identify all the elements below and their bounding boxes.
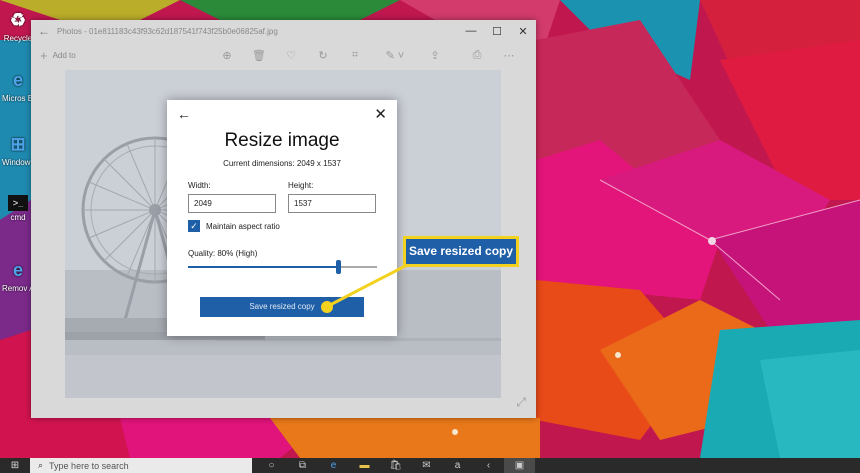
- windows-logo-icon: ⊞: [10, 460, 20, 471]
- start-button[interactable]: ⊞: [0, 458, 30, 473]
- back-arrow-icon[interactable]: ←: [177, 106, 191, 122]
- save-resized-copy-callout: Save resized copy: [403, 236, 519, 267]
- plus-icon: +: [40, 47, 48, 63]
- height-field[interactable]: 1537: [288, 194, 376, 213]
- cmd-icon: >_: [8, 195, 28, 211]
- desktop-icon-label: cmd: [10, 213, 26, 222]
- close-icon[interactable]: ✕: [374, 105, 387, 123]
- minimize-button[interactable]: —: [458, 25, 484, 37]
- close-window-button[interactable]: ✕: [510, 25, 536, 38]
- amazon-icon[interactable]: a: [442, 458, 473, 473]
- maximize-button[interactable]: ☐: [484, 25, 510, 38]
- share-icon[interactable]: ⇪: [419, 49, 451, 62]
- photos-icon[interactable]: ▣: [504, 458, 535, 473]
- width-field[interactable]: 2049: [188, 194, 276, 213]
- edge-icon[interactable]: e: [318, 458, 349, 473]
- title-bar: ← Photos - 01e811183c43f93c62d187541f743…: [31, 20, 536, 42]
- edge-icon: e: [12, 259, 23, 280]
- save-resized-copy-button[interactable]: Save resized copy: [200, 297, 364, 317]
- quality-slider-fill: [188, 266, 338, 268]
- desktop-icon-cmd[interactable]: >_ cmd: [2, 195, 34, 222]
- taskbar-search[interactable]: ⌕ Type here to search: [30, 458, 252, 473]
- current-dimensions: Current dimensions: 2049 x 1537: [223, 159, 341, 168]
- search-icon: ⌕: [38, 460, 44, 470]
- desktop-icon-label: Recycle: [3, 34, 33, 43]
- windows-update-icon: ⊞: [10, 133, 26, 154]
- edit-icon[interactable]: ✎ ˅: [371, 49, 419, 62]
- store-icon[interactable]: 🛍: [380, 458, 411, 473]
- desktop-icon-label: Micros Edge: [2, 94, 34, 103]
- delete-icon[interactable]: 🗑: [243, 49, 275, 62]
- expand-icon[interactable]: ⤢: [516, 395, 526, 410]
- resize-dialog: ← ✕ Resize image Current dimensions: 204…: [167, 100, 397, 336]
- edge-icon: e: [12, 69, 23, 90]
- width-label: Width:: [188, 181, 211, 190]
- zoom-icon[interactable]: ⊕: [211, 49, 243, 62]
- window-title: Photos - 01e811183c43f93c62d187541f743f2…: [57, 26, 278, 36]
- desktop-icon-remove-apps[interactable]: e Remov Apps: [2, 258, 34, 294]
- add-to-button[interactable]: + Add to: [31, 48, 201, 63]
- quality-slider-thumb[interactable]: [336, 260, 341, 274]
- crop-icon[interactable]: ⌗: [339, 49, 371, 62]
- task-view-icon[interactable]: ⧉: [287, 458, 318, 473]
- heart-icon[interactable]: ♡: [275, 49, 307, 62]
- back-arrow-icon[interactable]: ←: [31, 24, 57, 38]
- search-placeholder: Type here to search: [49, 460, 129, 471]
- taskbar: ⊞ ⌕ Type here to search ○ ⧉ e ▬ 🛍 ✉ a ‹ …: [0, 458, 860, 473]
- photo-toolbar: + Add to ⊕ 🗑 ♡ ↻ ⌗ ✎ ˅ ⇪ ⎙ ⋯: [31, 42, 536, 68]
- maintain-aspect-label: Maintain aspect ratio: [206, 222, 280, 231]
- desktop-icon-label: Remov Apps: [2, 284, 34, 293]
- cortana-icon[interactable]: ○: [256, 458, 287, 473]
- file-explorer-icon[interactable]: ▬: [349, 458, 380, 473]
- more-icon[interactable]: ⋯: [493, 49, 525, 62]
- print-icon[interactable]: ⎙: [461, 49, 493, 62]
- mail-icon[interactable]: ✉: [411, 458, 442, 473]
- desktop-icon-label: Window Update: [2, 158, 34, 167]
- desktop-icon-edge[interactable]: e Micros Edge: [2, 68, 34, 104]
- maintain-aspect-checkbox[interactable]: ✓: [188, 220, 200, 232]
- quality-slider[interactable]: [188, 260, 377, 274]
- height-label: Height:: [288, 181, 314, 190]
- dialog-title: Resize image: [224, 130, 340, 151]
- desktop-icon-recycle-bin[interactable]: ♻ Recycle: [2, 8, 34, 44]
- add-to-label: Add to: [52, 50, 76, 60]
- desktop-icon-windows-update[interactable]: ⊞ Window Update: [2, 132, 34, 168]
- recycle-bin-icon: ♻: [9, 9, 27, 30]
- cmd-icon[interactable]: ‹: [473, 458, 504, 473]
- quality-label: Quality: 80% (High): [188, 249, 258, 258]
- rotate-icon[interactable]: ↻: [307, 49, 339, 62]
